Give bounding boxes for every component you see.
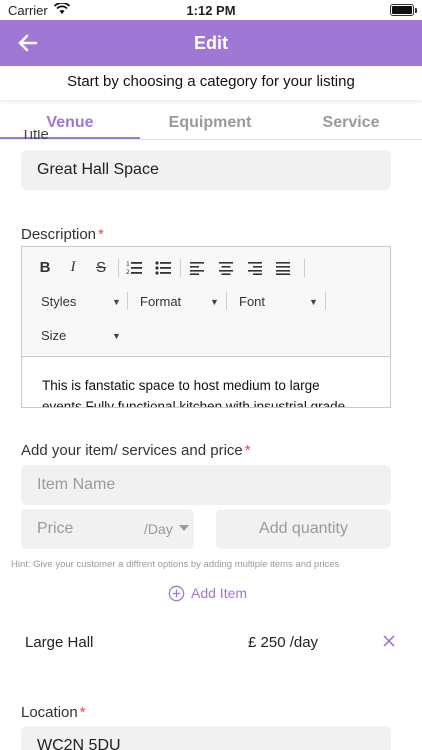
location-label: Location * xyxy=(21,704,86,721)
app-bar: Edit xyxy=(0,20,422,66)
svg-text:1: 1 xyxy=(126,261,130,268)
chevron-down-icon: ▼ xyxy=(210,297,219,307)
bullet-list-icon[interactable] xyxy=(155,260,171,276)
description-label: Description * xyxy=(21,226,104,243)
numbered-list-icon[interactable]: 1 2 xyxy=(126,260,142,276)
price-input[interactable]: Price /Day xyxy=(21,509,194,549)
add-item-button[interactable]: Add Item xyxy=(168,583,247,603)
battery-icon xyxy=(390,4,417,16)
page-title: Edit xyxy=(194,33,228,53)
toolbar-separator xyxy=(118,259,119,277)
align-left-icon[interactable] xyxy=(190,261,204,275)
location-label-text: Location xyxy=(21,704,78,721)
status-bar: Carrier 1:12 PM xyxy=(0,0,422,20)
chevron-down-icon: ▼ xyxy=(309,297,318,307)
category-tabs: Venue Equipment Service xyxy=(0,108,422,140)
editor-toolbar: B I S 1 2 Styles ▼ Format ▼ Font ▼ Size … xyxy=(22,247,390,357)
chevron-down-icon: ▼ xyxy=(112,331,121,341)
category-prompt: Start by choosing a category for your li… xyxy=(67,73,355,90)
items-hint: Hint: Give your customer a diffrent opti… xyxy=(11,559,340,570)
items-label-text: Add your item/ services and price xyxy=(21,442,243,459)
close-icon[interactable] xyxy=(381,633,397,649)
strikethrough-button[interactable]: S xyxy=(92,259,110,276)
items-label: Add your item/ services and price * xyxy=(21,442,251,459)
add-item-label: Add Item xyxy=(191,585,248,601)
item-row-name: Large Hall xyxy=(25,634,94,651)
toolbar-separator xyxy=(226,292,227,310)
editor-content[interactable]: This is fanstatic space to host medium t… xyxy=(42,375,362,407)
format-dropdown[interactable]: Format xyxy=(140,294,181,309)
toolbar-separator xyxy=(325,292,326,310)
tab-service[interactable]: Service xyxy=(280,114,422,132)
caret-down-icon xyxy=(179,525,189,531)
required-mark: * xyxy=(244,442,251,459)
title-input[interactable]: Great Hall Space xyxy=(21,150,391,190)
align-justify-icon[interactable] xyxy=(276,261,290,275)
price-placeholder: Price xyxy=(37,520,74,537)
item-row-price: £ 250 /day xyxy=(248,634,319,651)
font-dropdown[interactable]: Font xyxy=(239,294,265,309)
category-prompt-bar: Start by choosing a category for your li… xyxy=(0,66,422,100)
svg-text:2: 2 xyxy=(126,269,130,276)
required-mark: * xyxy=(79,704,86,721)
align-right-icon[interactable] xyxy=(248,261,262,275)
styles-dropdown[interactable]: Styles xyxy=(41,294,76,309)
quantity-input[interactable]: Add quantity xyxy=(216,509,391,549)
bold-button[interactable]: B xyxy=(36,259,54,276)
rich-text-editor[interactable]: B I S 1 2 Styles ▼ Format ▼ Font ▼ Size … xyxy=(21,246,391,408)
align-center-icon[interactable] xyxy=(219,261,233,275)
italic-button[interactable]: I xyxy=(64,259,82,276)
tab-divider xyxy=(0,139,422,140)
plus-circle-icon xyxy=(168,585,185,601)
location-input[interactable]: WC2N 5DU xyxy=(21,726,391,750)
toolbar-separator xyxy=(180,259,181,277)
status-time: 1:12 PM xyxy=(186,3,236,18)
title-label: Title xyxy=(21,130,49,140)
description-label-text: Description xyxy=(21,226,97,243)
toolbar-separator xyxy=(304,259,305,277)
size-dropdown[interactable]: Size xyxy=(41,328,66,343)
tab-equipment[interactable]: Equipment xyxy=(140,114,280,132)
toolbar-separator xyxy=(127,292,128,310)
item-name-input[interactable]: Item Name xyxy=(21,465,391,505)
price-unit-select[interactable]: /Day xyxy=(144,521,173,537)
required-mark: * xyxy=(98,226,104,243)
edit-listing-screen: Carrier 1:12 PM Edit Start by choosing a… xyxy=(0,0,422,750)
chevron-down-icon: ▼ xyxy=(112,297,121,307)
